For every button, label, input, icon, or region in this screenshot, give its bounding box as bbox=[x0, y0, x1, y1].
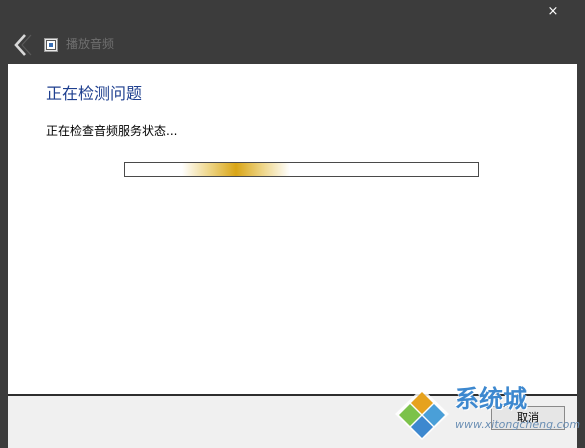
back-button[interactable] bbox=[10, 32, 34, 58]
main-content: 正在检测问题 正在检查音频服务状态... bbox=[8, 64, 577, 394]
audio-troubleshooter-icon bbox=[44, 37, 58, 52]
page-title: 正在检测问题 bbox=[46, 84, 143, 103]
app-title: 播放音频 bbox=[66, 37, 115, 51]
close-button[interactable]: × bbox=[543, 3, 563, 21]
window-titlebar: × 播放音频 bbox=[0, 0, 585, 64]
watermark: 系统城 www.xitongcheng.com bbox=[393, 384, 583, 444]
watermark-url: www.xitongcheng.com bbox=[455, 418, 581, 431]
watermark-logo bbox=[395, 388, 449, 440]
close-icon: × bbox=[547, 4, 559, 19]
progress-indicator bbox=[182, 163, 290, 176]
back-arrow-icon bbox=[14, 34, 32, 56]
watermark-title: 系统城 bbox=[455, 385, 527, 413]
progress-bar bbox=[124, 162, 479, 177]
status-text: 正在检查音频服务状态... bbox=[46, 124, 178, 138]
